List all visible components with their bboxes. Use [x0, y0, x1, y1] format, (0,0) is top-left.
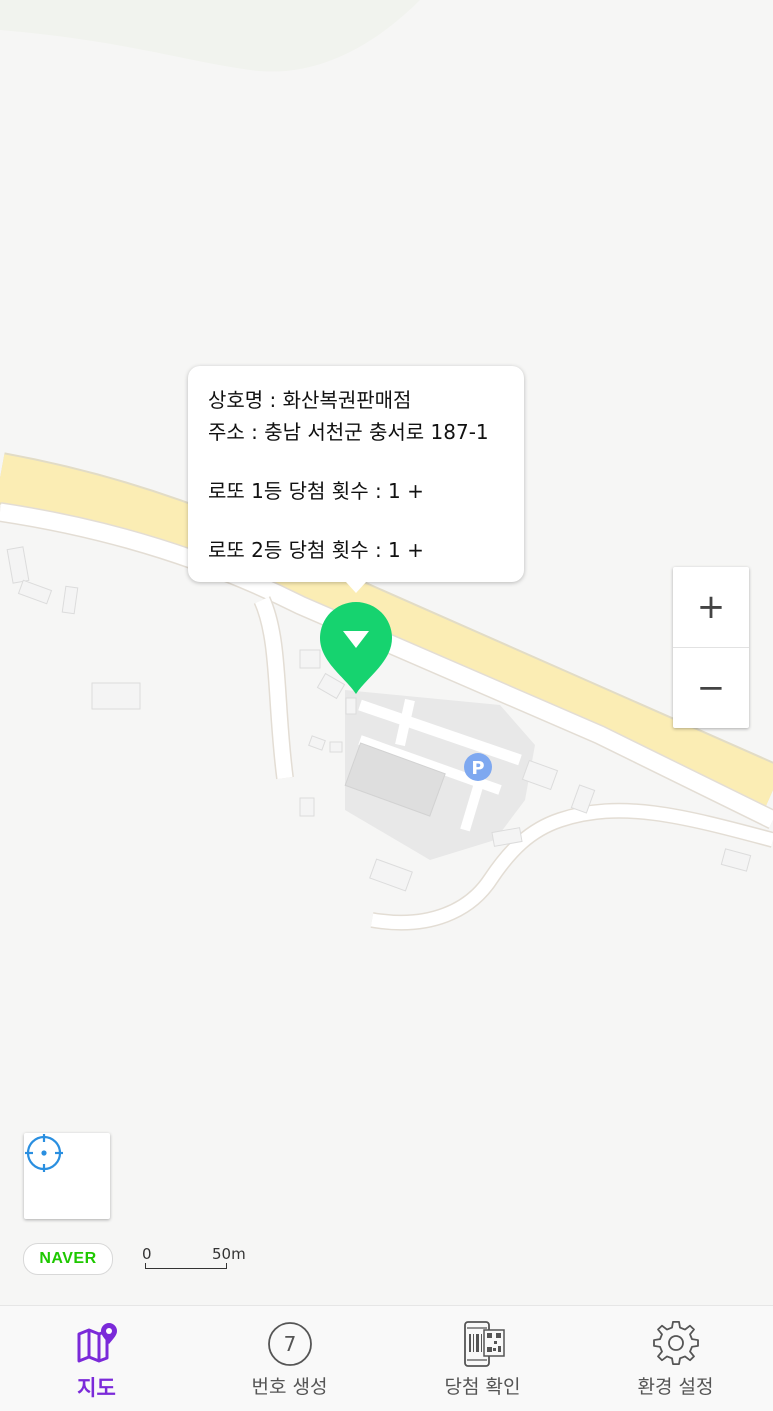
nav-item-number-generate[interactable]: 7 번호 생성	[193, 1306, 386, 1411]
nav-label-map: 지도	[77, 1376, 116, 1400]
store-info-popup[interactable]: 상호명 : 화산복권판매점 주소 : 충남 서천군 충서로 187-1 로또 1…	[188, 366, 524, 593]
nav-item-map[interactable]: 지도	[0, 1306, 193, 1411]
nav-label-number-generate: 번호 생성	[251, 1376, 328, 1398]
number-ball-badge: 7	[283, 1332, 296, 1356]
current-location-button[interactable]	[24, 1133, 110, 1219]
qr-phone-icon	[463, 1321, 505, 1367]
nav-label-winning-check: 당첨 확인	[444, 1376, 521, 1398]
number-ball-icon: 7	[267, 1322, 312, 1366]
building	[521, 759, 559, 791]
nav-item-settings[interactable]: 환경 설정	[579, 1306, 772, 1411]
building	[17, 579, 53, 605]
green-area	[0, 0, 420, 72]
building	[329, 741, 343, 753]
scale-bar	[145, 1263, 227, 1269]
map-view[interactable]: P 상호명 : 화산복권판매점 주소 : 충남 서천군 충서로 187-1 로또…	[0, 0, 773, 1305]
building	[299, 649, 321, 669]
naver-logo[interactable]: NAVER	[23, 1243, 113, 1275]
map-scale: 0 50m	[142, 1245, 246, 1275]
scale-start: 0	[142, 1245, 152, 1263]
scale-end: 50m	[212, 1245, 246, 1263]
map-tiles: P	[0, 0, 773, 931]
building	[308, 735, 326, 751]
zoom-in-button[interactable]: +	[673, 567, 749, 647]
bottom-navigation: 지도 7 번호 생성 당첨 확인 환경 설정	[0, 1305, 773, 1411]
crosshair-icon	[25, 1134, 63, 1172]
building	[720, 848, 752, 872]
store-address: 주소 : 충남 서천군 충서로 187-1	[208, 420, 489, 444]
building	[91, 682, 141, 710]
popup-tail	[346, 582, 366, 593]
map-pin-icon	[77, 1323, 117, 1363]
building	[369, 858, 413, 892]
building	[316, 672, 346, 700]
nav-item-winning-check[interactable]: 당첨 확인	[386, 1306, 579, 1411]
second-prize-count: 로또 2등 당첨 횟수 : 1 +	[208, 538, 424, 562]
zoom-control: + −	[673, 567, 749, 728]
building	[299, 797, 315, 817]
gear-icon	[652, 1320, 699, 1365]
nav-label-settings: 환경 설정	[637, 1376, 714, 1398]
parking-symbol: P	[471, 758, 484, 779]
store-name: 상호명 : 화산복권판매점	[208, 388, 412, 412]
building	[61, 585, 79, 615]
first-prize-count: 로또 1등 당첨 횟수 : 1 +	[208, 479, 424, 503]
building	[345, 697, 357, 715]
zoom-out-button[interactable]: −	[673, 648, 749, 728]
building	[6, 546, 30, 584]
